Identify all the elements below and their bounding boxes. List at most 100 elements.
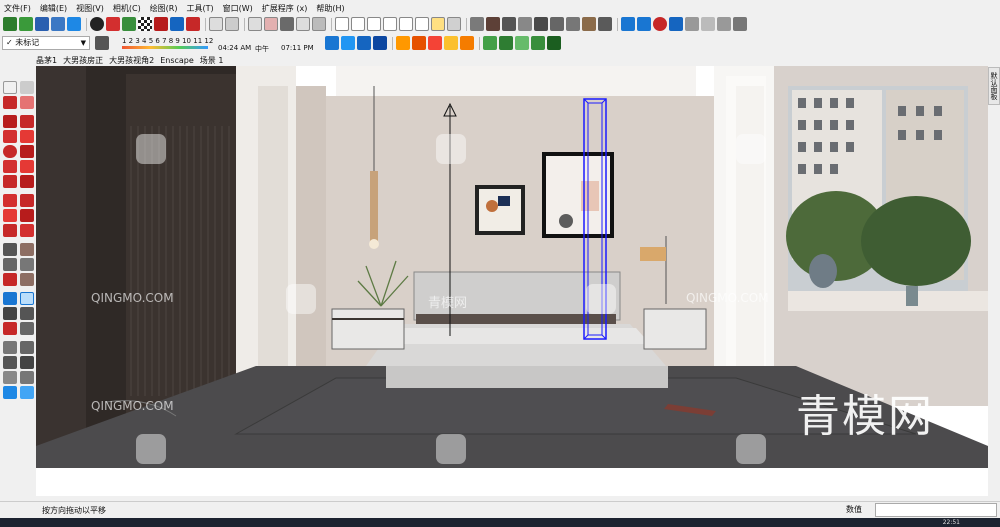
scene-tab-5[interactable]: 场景 1 — [200, 55, 224, 66]
copy-icon[interactable] — [447, 17, 461, 31]
position-camera-icon[interactable] — [3, 341, 17, 354]
box-icon[interactable] — [209, 17, 223, 31]
left-view-icon[interactable] — [415, 17, 429, 31]
face-icon[interactable] — [225, 17, 239, 31]
menu-file[interactable]: 文件(F) — [4, 3, 31, 14]
default-tray-tab[interactable]: 默认面板 — [988, 67, 1000, 105]
section-plane-icon[interactable] — [20, 356, 34, 369]
3d-viewport[interactable]: QINGMO.COM QINGMO.COM QINGMO.COM 青模网 青模网… — [36, 66, 988, 496]
shadow-date-slider[interactable] — [122, 46, 208, 49]
star-icon[interactable] — [460, 36, 474, 50]
export-icon[interactable] — [35, 17, 49, 31]
rotated-rect-icon[interactable] — [20, 130, 34, 143]
folder-icon[interactable] — [431, 17, 445, 31]
section-icon[interactable] — [264, 17, 278, 31]
menu-camera[interactable]: 相机(C) — [113, 3, 141, 14]
eraser-tool-icon[interactable] — [20, 96, 34, 109]
lasso-icon[interactable] — [20, 81, 34, 94]
scene-tab-2[interactable]: 大男孩房正 — [63, 55, 103, 66]
component-icon[interactable] — [341, 36, 355, 50]
protractor-icon[interactable] — [3, 258, 17, 271]
explode-icon[interactable] — [412, 36, 426, 50]
footprint-icon[interactable] — [3, 371, 17, 384]
rotate-tool-icon[interactable] — [3, 209, 17, 222]
play-icon[interactable] — [621, 17, 635, 31]
scale-icon[interactable] — [531, 36, 545, 50]
help-icon[interactable] — [733, 17, 747, 31]
save-icon[interactable] — [3, 17, 17, 31]
render-icon[interactable] — [550, 17, 564, 31]
mail-icon[interactable] — [170, 17, 184, 31]
line-icon[interactable] — [3, 115, 17, 128]
sandbox-icon[interactable] — [3, 386, 17, 399]
measurements-input[interactable] — [875, 503, 997, 517]
zoom-window-icon[interactable] — [20, 307, 34, 320]
paint-icon[interactable] — [280, 17, 294, 31]
back-view-icon[interactable] — [399, 17, 413, 31]
scene-tab-1[interactable]: 晶茅1 — [36, 55, 57, 66]
lamp-icon[interactable] — [444, 36, 458, 50]
group-icon[interactable] — [357, 36, 371, 50]
settings-icon[interactable] — [598, 17, 612, 31]
refresh-icon[interactable] — [19, 17, 33, 31]
rotate-icon[interactable] — [515, 36, 529, 50]
orbit-icon[interactable] — [3, 292, 17, 305]
three-point-arc-icon[interactable] — [3, 175, 17, 188]
layers-icon[interactable] — [518, 17, 532, 31]
scene-tab-4[interactable]: Enscape — [160, 56, 194, 65]
view-icon[interactable] — [701, 17, 715, 31]
offset-icon[interactable] — [20, 224, 34, 237]
scale-tool-icon[interactable] — [3, 224, 17, 237]
move-icon[interactable] — [3, 194, 17, 207]
camera-icon[interactable] — [470, 17, 484, 31]
walk-icon[interactable] — [3, 356, 17, 369]
display-sections-icon[interactable] — [20, 371, 34, 384]
axes-icon[interactable] — [3, 273, 17, 286]
menu-extensions[interactable]: 扩展程序 (x) — [262, 3, 308, 14]
hidden-line-icon[interactable] — [312, 17, 326, 31]
enscape-settings-icon[interactable] — [685, 17, 699, 31]
front-view-icon[interactable] — [367, 17, 381, 31]
scene-icon[interactable] — [486, 17, 500, 31]
dimension-icon[interactable] — [20, 243, 34, 256]
record-icon[interactable] — [653, 17, 667, 31]
iso-view-icon[interactable] — [335, 17, 349, 31]
right-view-icon[interactable] — [383, 17, 397, 31]
tag-selector[interactable]: ✓ 未标记 ▼ — [2, 36, 90, 50]
menu-view[interactable]: 视图(V) — [76, 3, 104, 14]
material-icon[interactable] — [154, 17, 168, 31]
3d-text-icon[interactable] — [20, 273, 34, 286]
batch-icon[interactable] — [534, 17, 548, 31]
solid-icon[interactable] — [373, 36, 387, 50]
pause-icon[interactable] — [637, 17, 651, 31]
zoom-icon[interactable] — [3, 307, 17, 320]
photo-icon[interactable] — [502, 17, 516, 31]
menu-edit[interactable]: 编辑(E) — [40, 3, 67, 14]
previous-view-icon[interactable] — [20, 322, 34, 335]
top-view-icon[interactable] — [351, 17, 365, 31]
cube-icon[interactable] — [248, 17, 262, 31]
pie-icon[interactable] — [20, 175, 34, 188]
asset-icon[interactable] — [582, 17, 596, 31]
scene-tab-3[interactable]: 大男孩视角2 — [109, 55, 154, 66]
zoom-extents-icon[interactable] — [3, 322, 17, 335]
menu-tools[interactable]: 工具(T) — [187, 3, 214, 14]
move-axis-icon[interactable] — [547, 36, 561, 50]
text-icon[interactable] — [20, 258, 34, 271]
align-icon[interactable] — [499, 36, 513, 50]
axis-icon[interactable] — [483, 36, 497, 50]
upload-icon[interactable] — [67, 17, 81, 31]
follow-me-icon[interactable] — [20, 209, 34, 222]
drop-icon[interactable] — [396, 36, 410, 50]
cloud-icon[interactable] — [51, 17, 65, 31]
frame-icon[interactable] — [566, 17, 580, 31]
smoove-icon[interactable] — [20, 386, 34, 399]
look-around-icon[interactable] — [20, 341, 34, 354]
menu-draw[interactable]: 绘图(R) — [150, 3, 178, 14]
tape-measure-icon[interactable] — [3, 243, 17, 256]
circle-icon[interactable] — [3, 145, 17, 158]
rectangle-icon[interactable] — [3, 130, 17, 143]
push-pull-icon[interactable] — [20, 194, 34, 207]
gem-icon[interactable] — [428, 36, 442, 50]
paint-bucket-icon[interactable] — [3, 96, 17, 109]
